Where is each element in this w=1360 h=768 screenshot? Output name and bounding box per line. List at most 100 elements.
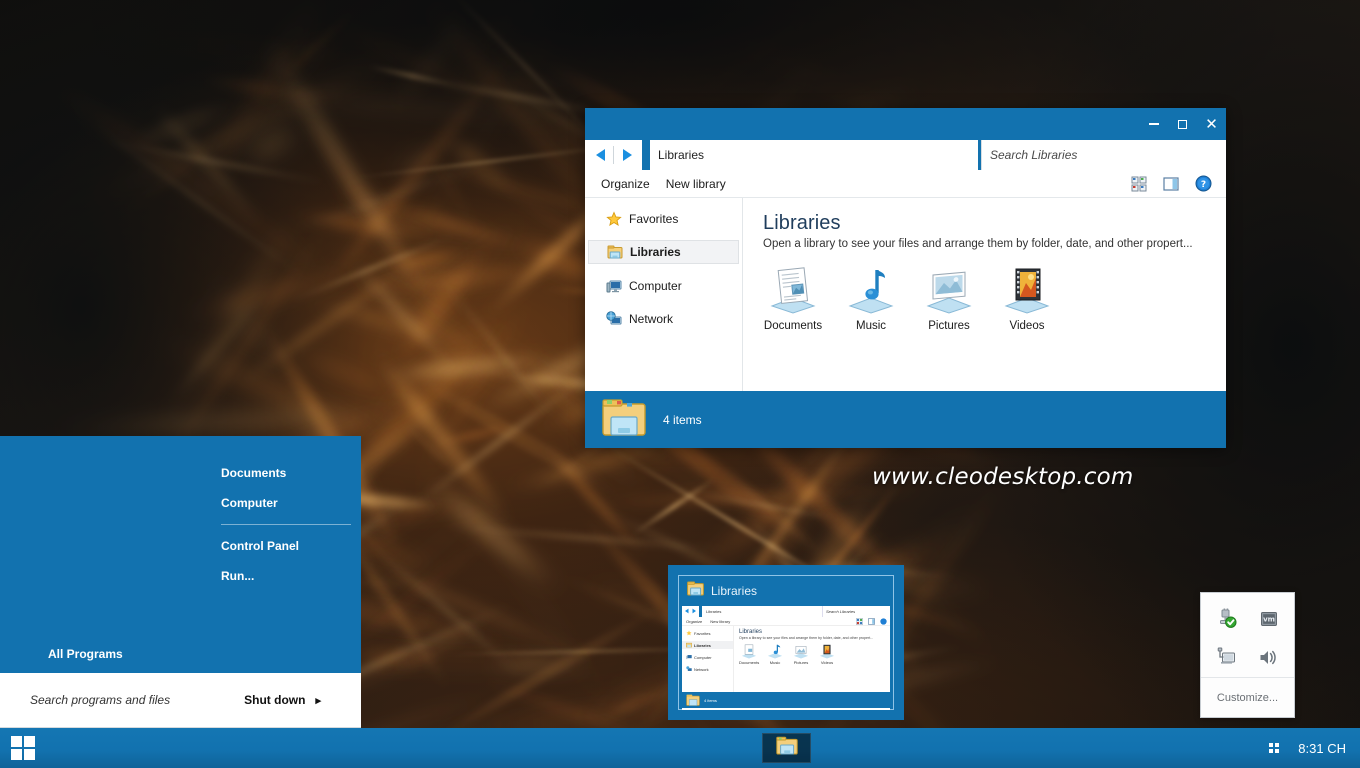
mini-help-icon (880, 617, 887, 625)
mini-tile-pictures: Pictures (791, 644, 811, 665)
customize-link[interactable]: Customize... (1201, 677, 1294, 717)
library-tiles: Documents Music Pictures Videos (763, 266, 1226, 332)
mini-toolbar: Organize New library (682, 617, 890, 626)
window-titlebar[interactable]: ✕ (585, 108, 1226, 140)
content-pane: Libraries Open a library to see your fil… (743, 198, 1226, 391)
taskbar-clock[interactable]: 8:31 CH (1298, 741, 1346, 756)
music-library-icon (841, 266, 901, 314)
organize-button[interactable]: Organize (593, 173, 658, 195)
mini-body: Favorites Libraries Computer Network Lib… (682, 626, 890, 692)
navigation-bar: Libraries Search Libraries (585, 140, 1226, 170)
start-menu-right-column: Documents Computer Control Panel Run... (221, 436, 361, 591)
all-programs-button[interactable]: All Programs (48, 647, 123, 661)
mini-back-arrow-icon (684, 608, 690, 615)
shutdown-button[interactable]: Shut down ▸ (244, 693, 321, 707)
mini-forward-arrow-icon (691, 608, 697, 615)
command-toolbar: Organize New library ? (585, 170, 1226, 198)
documents-library-icon (763, 266, 823, 314)
explorer-task-button[interactable] (762, 733, 811, 763)
preview-pane-icon[interactable] (1162, 175, 1180, 193)
back-button[interactable] (589, 142, 611, 168)
library-tile-videos[interactable]: Videos (997, 266, 1057, 332)
close-button[interactable]: ✕ (1197, 108, 1226, 140)
tray-overflow-popup: vm Customize... (1200, 592, 1295, 718)
page-title: Libraries (763, 212, 841, 234)
explorer-window: ✕ Libraries Search Libraries Organize Ne… (585, 108, 1226, 448)
view-options-icon[interactable] (1130, 175, 1148, 193)
network-connection-icon[interactable] (1215, 647, 1237, 669)
start-search-placeholder: Search programs and files (30, 693, 171, 707)
mini-tile-label: Videos (820, 660, 834, 665)
mini-tile-documents: Documents (739, 644, 759, 665)
address-bar[interactable]: Libraries (650, 140, 978, 170)
shutdown-options-arrow-icon[interactable]: ▸ (315, 694, 321, 707)
mini-status-folder-icon (686, 694, 700, 706)
minimize-button[interactable] (1139, 108, 1168, 140)
tray-expand-grid (1269, 743, 1280, 753)
mini-sidebar-item-computer: Computer (682, 653, 733, 661)
page-subtitle: Open a library to see your files and arr… (763, 238, 1193, 250)
start-menu-item-run[interactable]: Run... (221, 561, 361, 591)
library-tile-music[interactable]: Music (841, 266, 901, 332)
maximize-button[interactable] (1168, 108, 1197, 140)
start-menu: Documents Computer Control Panel Run... … (0, 436, 361, 728)
mini-nav-bar: Libraries Search Libraries (682, 606, 890, 617)
mini-sidebar-label: Libraries (694, 642, 711, 648)
start-menu-item-control-panel[interactable]: Control Panel (221, 531, 361, 561)
mini-preview-pane-icon (868, 617, 875, 625)
start-search-input[interactable]: Search programs and files (30, 693, 244, 707)
start-menu-main: Documents Computer Control Panel Run... … (0, 436, 361, 673)
library-tile-pictures[interactable]: Pictures (919, 266, 979, 332)
sidebar-item-network[interactable]: Network (588, 307, 739, 330)
status-folder-icon (601, 397, 647, 442)
show-hidden-icons-icon[interactable] (1264, 738, 1284, 758)
mini-status-bar: 4 items (682, 692, 890, 708)
safely-remove-hardware-icon[interactable] (1215, 608, 1237, 630)
library-tile-documents[interactable]: Documents (763, 266, 823, 332)
organize-label: Organize (601, 176, 650, 191)
nav-divider (613, 146, 614, 164)
mini-organize-label: Organize (686, 618, 703, 624)
mini-subheading: Open a library to see your files and arr… (739, 636, 874, 640)
status-text: 4 items (663, 412, 702, 427)
sidebar-item-libraries[interactable]: Libraries (588, 240, 739, 264)
mini-toolbar-icons (856, 617, 887, 625)
libraries-folder-icon (607, 244, 623, 260)
mini-view-options-icon (856, 617, 863, 625)
search-placeholder-text: Search Libraries (990, 148, 1078, 162)
start-menu-item-documents[interactable]: Documents (221, 458, 361, 488)
close-icon: ✕ (1205, 114, 1218, 133)
videos-library-icon (997, 266, 1057, 314)
vm-tools-icon[interactable]: vm (1258, 608, 1280, 630)
mini-tile-videos: Videos (817, 644, 837, 665)
start-menu-divider (221, 524, 351, 525)
status-bar: 4 items (585, 391, 1226, 448)
tray-icon-grid: vm (1201, 593, 1294, 677)
forward-button[interactable] (616, 142, 638, 168)
start-menu-bottom-bar: Search programs and files Shut down ▸ (0, 673, 361, 728)
mini-sidebar-item-network: Network (682, 665, 733, 673)
back-arrow-icon (595, 149, 605, 161)
help-icon[interactable]: ? (1194, 175, 1212, 193)
start-button[interactable] (0, 728, 46, 768)
windows-logo-icon (11, 736, 35, 760)
thumbnail-frame: Libraries Libraries Search Libraries Org… (678, 575, 894, 710)
mini-sidebar-label: Network (694, 666, 709, 672)
start-item-label: Run... (221, 569, 255, 583)
start-menu-item-computer[interactable]: Computer (221, 488, 361, 518)
new-library-button[interactable]: New library (658, 173, 734, 195)
address-text: Libraries (658, 148, 705, 162)
computer-icon (606, 278, 622, 294)
search-input[interactable]: Search Libraries (981, 140, 1226, 170)
thumbnail-mini-window: Libraries Search Libraries Organize New … (682, 606, 890, 710)
volume-icon[interactable] (1258, 647, 1280, 669)
taskbar-thumbnail-preview[interactable]: Libraries Libraries Search Libraries Org… (668, 565, 904, 720)
library-tile-label: Videos (1009, 320, 1045, 332)
thumbnail-title: Libraries (711, 584, 758, 598)
mini-address-text: Libraries (706, 609, 722, 614)
forward-arrow-icon (622, 149, 632, 161)
svg-text:?: ? (1200, 180, 1205, 190)
sidebar-item-favorites[interactable]: Favorites (588, 207, 739, 230)
mini-network-icon (686, 666, 692, 671)
sidebar-item-computer[interactable]: Computer (588, 274, 739, 297)
